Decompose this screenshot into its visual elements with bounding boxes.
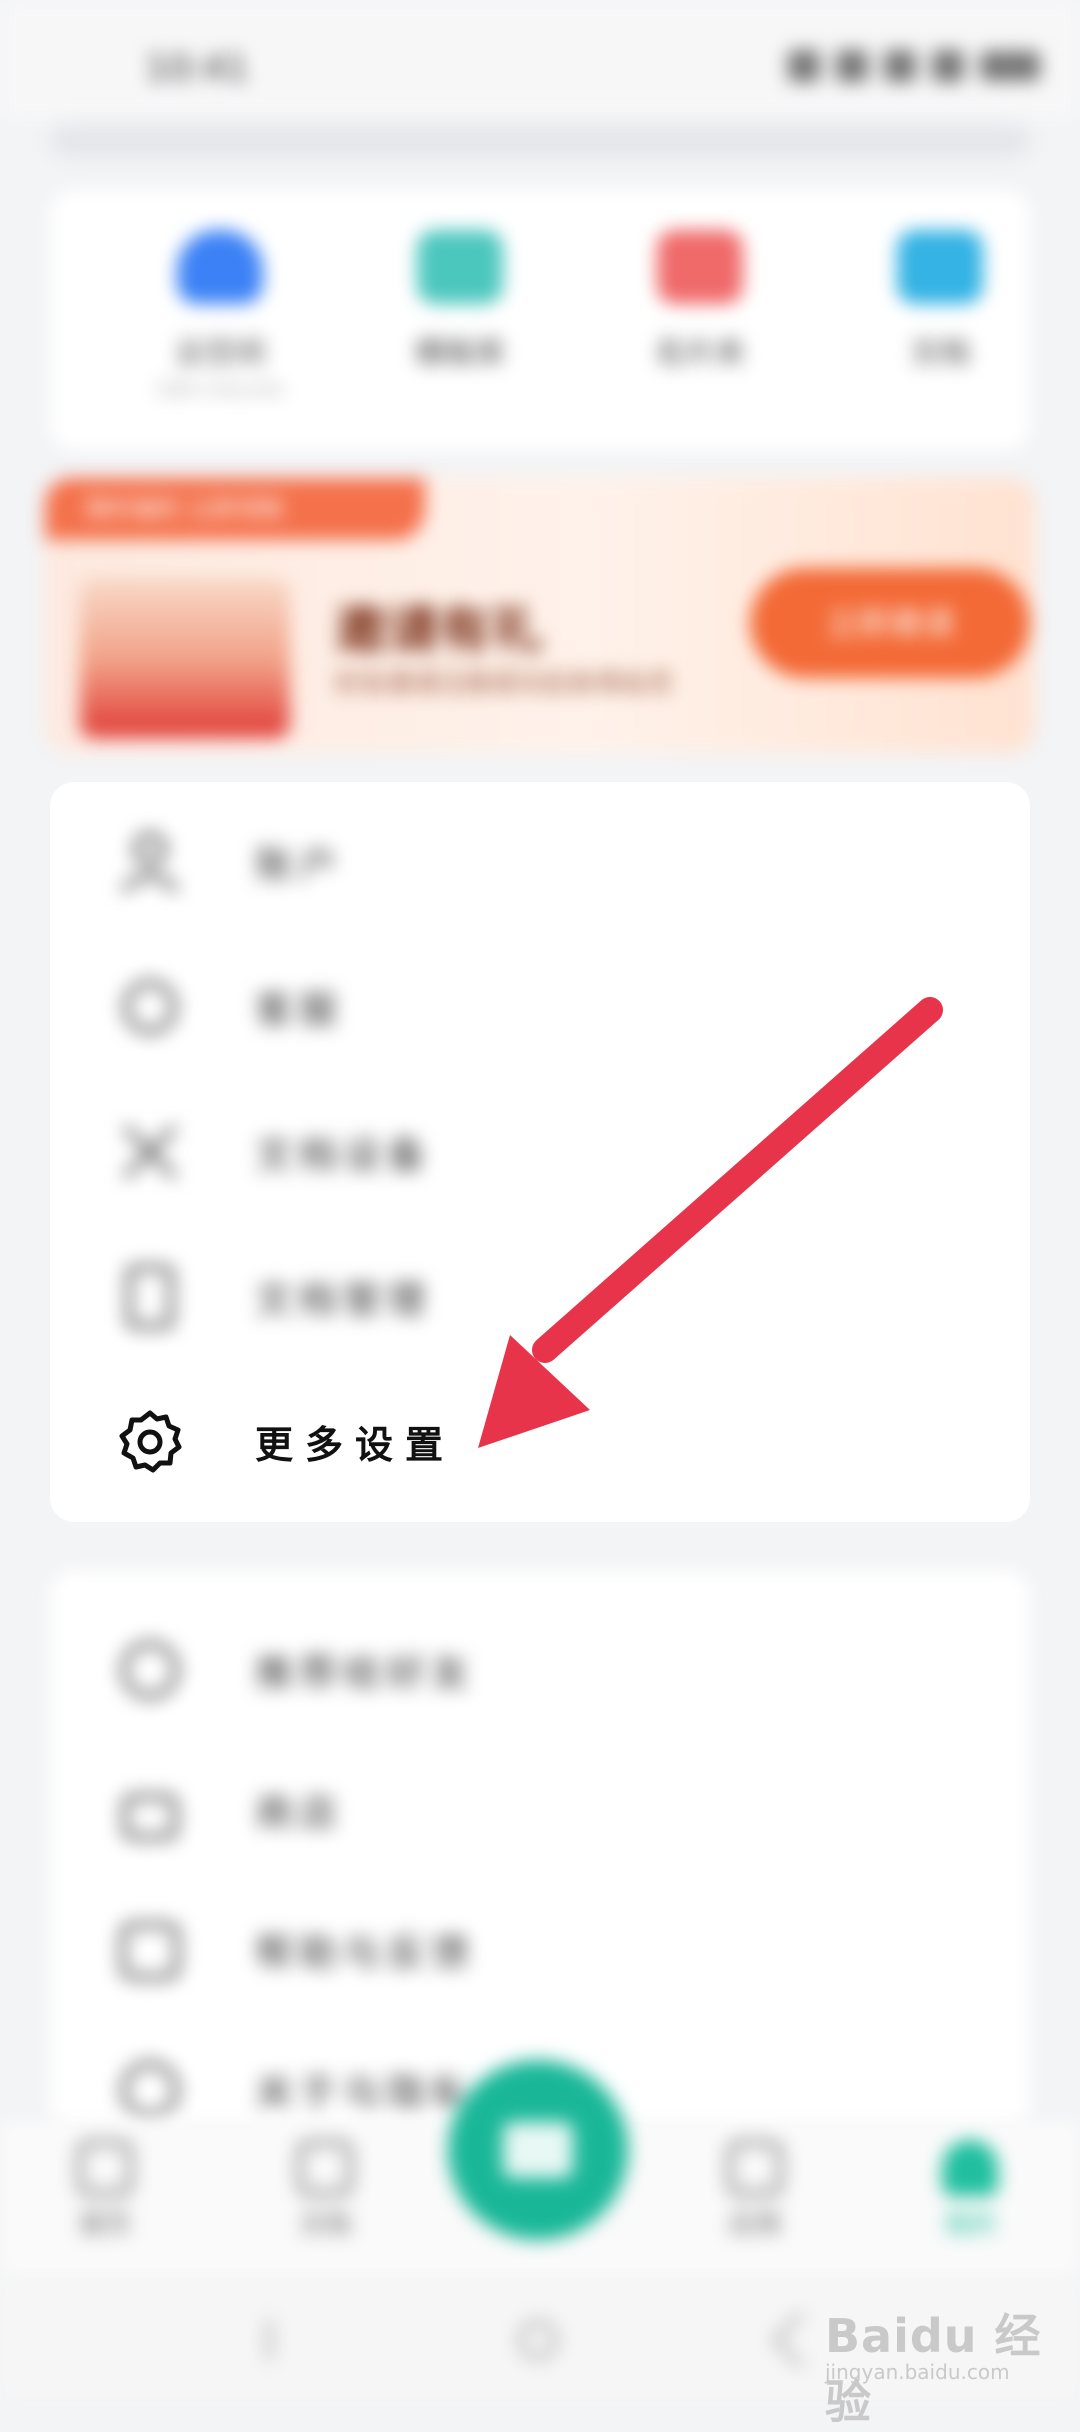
doc-nav-icon	[297, 2140, 353, 2196]
device-icon	[122, 1124, 178, 1180]
tool-sublabel: 已用 4.9G/10G	[156, 380, 284, 401]
nav-label: 文档	[298, 2210, 351, 2240]
menu-label: 更多设置	[255, 1422, 456, 1467]
tool-label: 云空间	[175, 336, 265, 371]
file-icon	[126, 1265, 174, 1329]
tool-card[interactable]: 名片夹	[610, 230, 790, 372]
promo-subtitle: 好友邀请注册成功后各得会员	[335, 669, 674, 699]
quick-tools-card: 云空间 已用 4.9G/10G 模板库 名片夹 文档	[50, 190, 1030, 450]
scan-fab-button[interactable]	[448, 2060, 628, 2240]
nav-apps[interactable]: 应用	[700, 2140, 810, 2241]
menu-sys-icon[interactable]	[260, 2320, 272, 2360]
cloud-icon	[177, 230, 263, 304]
menu-label: 文档设备	[255, 1133, 432, 1177]
shop-icon	[122, 1794, 178, 1840]
status-icons	[788, 50, 1040, 82]
home-sys-icon[interactable]	[518, 2320, 558, 2360]
tool-label: 文档	[910, 336, 970, 371]
doc-icon	[897, 230, 983, 304]
menu-item-account[interactable]: 账户	[50, 792, 1030, 932]
profile-icon	[942, 2140, 998, 2196]
menu-item-shop[interactable]: 商店	[50, 1740, 1030, 1880]
nav-label: 首页	[78, 2210, 131, 2240]
signal-icon	[788, 50, 820, 82]
promo-button[interactable]: 立即邀请	[750, 568, 1030, 678]
header-strip	[50, 125, 1030, 157]
nav-profile[interactable]: 我的	[915, 2140, 1025, 2241]
nav-label: 应用	[728, 2210, 781, 2240]
secondary-menu-card: 推荐给好友 商店 帮助与反馈 关于与隐私	[50, 1570, 1030, 2130]
menu-item-recommend[interactable]: 推荐给好友	[50, 1600, 1030, 1740]
scan-icon	[503, 2122, 573, 2178]
info-icon	[121, 2061, 179, 2119]
nav-doc[interactable]: 文档	[270, 2140, 380, 2241]
menu-label: 帮助与反馈	[255, 1931, 476, 1975]
nav-label: 我的	[943, 2210, 996, 2240]
tool-cloud[interactable]: 云空间 已用 4.9G/10G	[130, 230, 310, 402]
promo-tag: 限时福利 立即领取	[45, 478, 425, 540]
menu-item-help[interactable]: 帮助与反馈	[50, 1880, 1030, 2020]
tool-template[interactable]: 模板库	[370, 230, 550, 372]
tool-label: 模板库	[415, 336, 505, 371]
share-icon	[121, 1641, 179, 1699]
headset-icon	[123, 980, 177, 1034]
menu-item-device[interactable]: 文档设备	[50, 1082, 1030, 1222]
tool-label: 名片夹	[655, 336, 745, 371]
apps-icon	[727, 2140, 783, 2196]
gear-icon	[119, 1410, 182, 1473]
menu-label: 商店	[255, 1791, 344, 1835]
home-icon	[77, 2140, 133, 2196]
menu-label: 推荐给好友	[255, 1651, 476, 1695]
volume-icon	[932, 50, 964, 82]
help-icon	[120, 1922, 180, 1980]
menu-item-file[interactable]: 文档管理	[50, 1227, 1030, 1367]
wifi-icon	[836, 50, 868, 82]
template-icon	[417, 230, 503, 304]
watermark-url: jingyan.baidu.com	[825, 2360, 1010, 2384]
status-bar: 10:41	[0, 0, 1080, 120]
back-sys-icon[interactable]	[771, 2311, 829, 2369]
battery-icon	[980, 51, 1040, 81]
card-icon	[657, 230, 743, 304]
bluetooth-icon	[884, 50, 916, 82]
menu-label: 关于与隐私	[255, 2071, 476, 2115]
menu-item-service[interactable]: 客服	[50, 937, 1030, 1077]
user-icon	[120, 832, 180, 894]
nav-home[interactable]: 首页	[50, 2140, 160, 2241]
menu-label: 客服	[255, 988, 344, 1032]
menu-item-more-settings[interactable]: 更多设置	[50, 1372, 1030, 1512]
promo-image	[80, 578, 290, 738]
promo-title: 邀请有礼	[335, 601, 544, 661]
status-time: 10:41	[145, 48, 249, 89]
promo-banner[interactable]: 限时福利 立即领取 邀请有礼 好友邀请注册成功后各得会员 立即邀请	[45, 478, 1035, 753]
tool-doc[interactable]: 文档	[850, 230, 1030, 372]
menu-label: 文档管理	[255, 1278, 432, 1322]
baidu-watermark: Baidu 经验 jingyan.baidu.com	[825, 2280, 1065, 2429]
menu-label: 账户	[255, 843, 344, 887]
settings-menu-card: 账户 客服 文档设备 文档管理 更多设置	[50, 782, 1030, 1522]
